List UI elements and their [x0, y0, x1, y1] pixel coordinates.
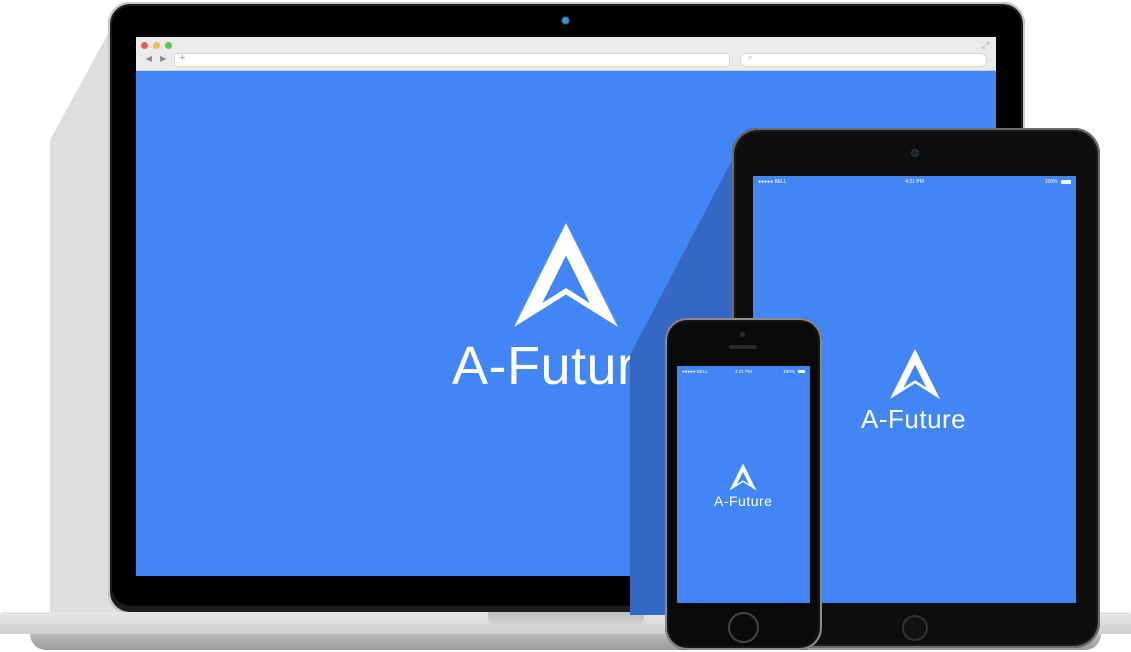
- tablet-status-bar: ●●●●● BELL 4:21 PM 100%: [753, 176, 1076, 188]
- zoom-window-button[interactable]: [165, 42, 172, 49]
- phone-home-button-icon[interactable]: [728, 612, 759, 643]
- plus-icon[interactable]: +: [179, 52, 185, 64]
- laptop-camera-icon: [562, 17, 569, 24]
- laptop-opening-notch: [488, 612, 644, 627]
- battery-status: 100%: [783, 366, 805, 378]
- address-bar[interactable]: +: [174, 52, 730, 67]
- battery-status: 100%: [1045, 176, 1071, 188]
- forward-arrow-icon[interactable]: ▶: [160, 54, 166, 63]
- browser-search-field[interactable]: ⌕: [740, 53, 987, 67]
- brand-name: A-Future: [714, 493, 773, 509]
- fullscreen-expand-icon[interactable]: ⤢: [982, 40, 989, 51]
- a-future-logo-icon: [729, 463, 757, 491]
- tablet-home-button-icon[interactable]: [902, 615, 928, 641]
- phone-screen: ●●●●● BELL 4:21 PM 100% A-Future: [677, 366, 810, 603]
- phone-camera-icon: [740, 332, 745, 337]
- battery-percent: 100%: [783, 369, 795, 374]
- close-window-button[interactable]: [141, 42, 148, 49]
- a-future-logo-icon: [512, 221, 620, 329]
- phone-speaker-grille: [729, 345, 757, 349]
- phone-status-bar: ●●●●● BELL 4:21 PM 100%: [677, 366, 810, 378]
- battery-icon: [1061, 179, 1071, 184]
- a-future-logo-icon: [889, 348, 941, 400]
- back-arrow-icon[interactable]: ◀: [146, 54, 152, 63]
- battery-icon: [798, 370, 805, 374]
- battery-percent: 100%: [1044, 179, 1058, 185]
- minimize-window-button[interactable]: [153, 42, 160, 49]
- browser-toolbar: ◀ ▶ + ⌕ ⤢: [136, 37, 996, 71]
- search-icon: ⌕: [748, 53, 753, 62]
- tablet-camera-icon: [911, 149, 919, 157]
- brand-name: A-Future: [861, 404, 967, 434]
- status-time: 4:21 PM: [905, 179, 924, 185]
- browser-nav-buttons[interactable]: ◀ ▶: [139, 52, 173, 66]
